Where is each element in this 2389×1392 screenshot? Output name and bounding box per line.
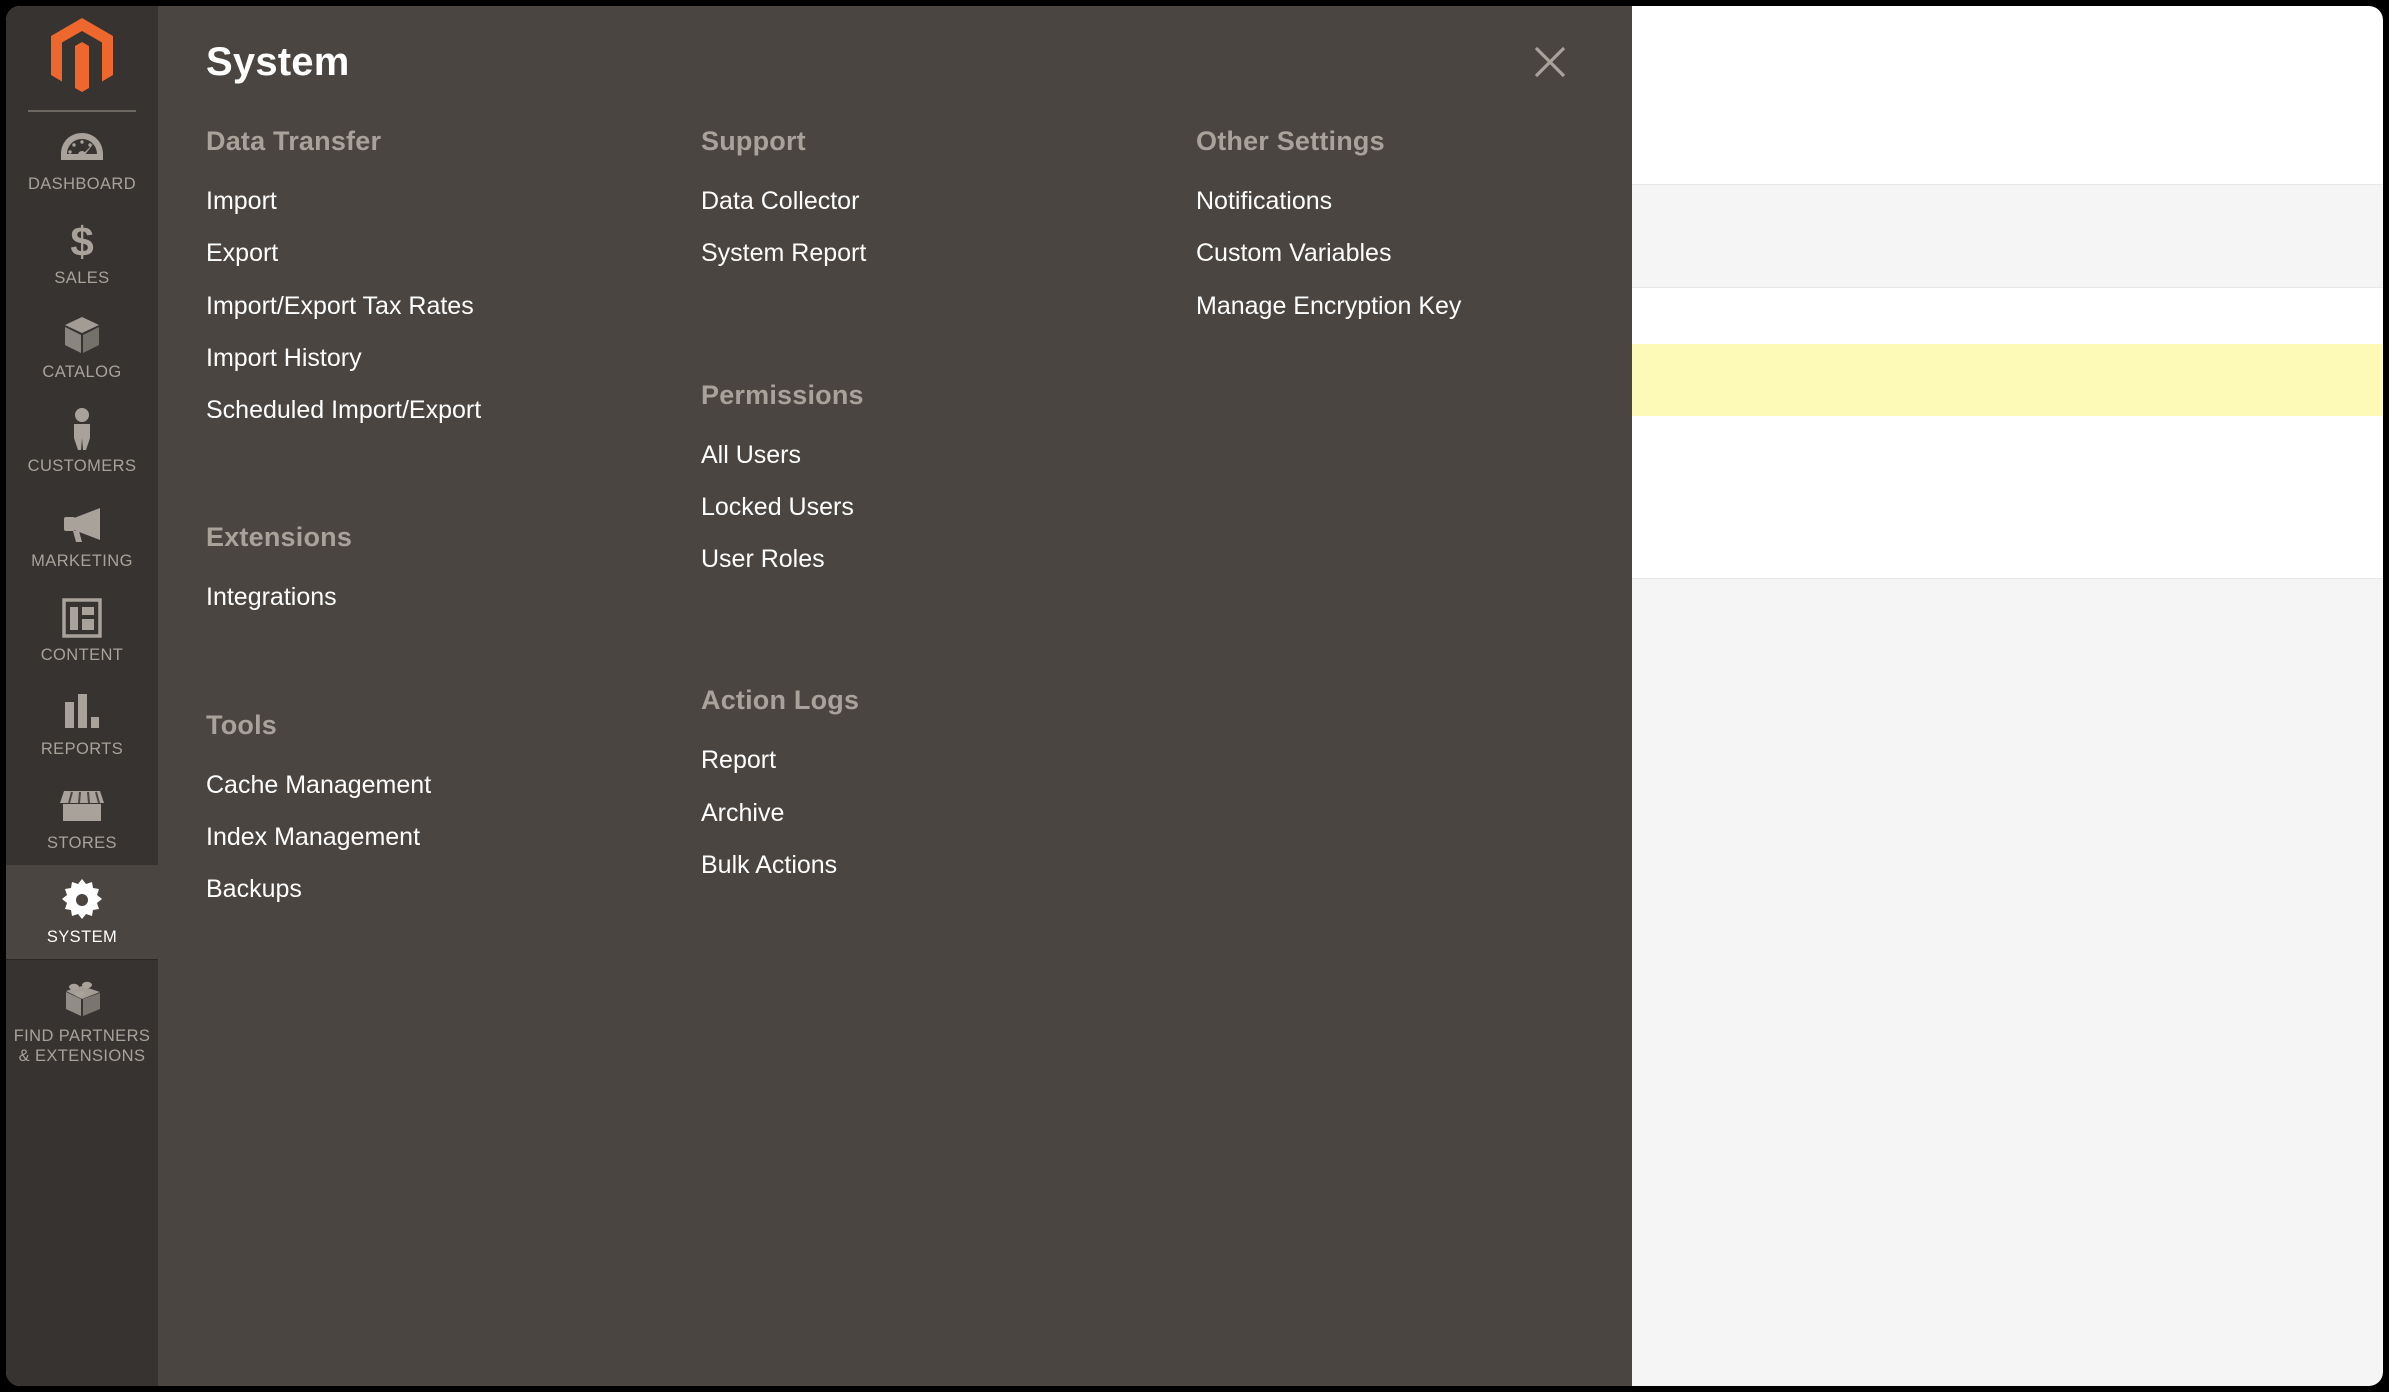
dashboard-gauge-icon (60, 126, 104, 168)
group-links: Cache Management Index Management Backup… (206, 759, 653, 916)
menu-link-import-history[interactable]: Import History (206, 332, 653, 384)
sidebar-item-label: FIND PARTNERS & EXTENSIONS (13, 1027, 151, 1066)
menu-group-extensions: Extensions Integrations (206, 522, 653, 623)
group-links: Report Archive Bulk Actions (701, 734, 1148, 891)
menu-link-data-collector[interactable]: Data Collector (701, 175, 1148, 227)
menu-link-index-management[interactable]: Index Management (206, 811, 653, 863)
box-icon (62, 314, 102, 356)
menu-link-locked-users[interactable]: Locked Users (701, 481, 1148, 533)
group-title: Action Logs (701, 685, 860, 716)
group-title: Permissions (701, 379, 864, 410)
group-links: Notifications Custom Variables Manage En… (1196, 175, 1608, 332)
menu-link-bulk-actions[interactable]: Bulk Actions (701, 839, 1148, 891)
menu-group-action-logs: Action Logs Report Archive Bulk Actions (701, 685, 1148, 891)
group-links: Import Export Import/Export Tax Rates Im… (206, 175, 653, 436)
panel-header: System (158, 6, 1632, 126)
gear-icon (61, 879, 103, 921)
svg-text:$: $ (70, 220, 93, 262)
panel-columns: Data Transfer Import Export Import/Expor… (158, 126, 1632, 915)
sidebar-item-label: CONTENT (40, 645, 124, 664)
sidebar-item-content[interactable]: CONTENT (6, 583, 158, 677)
sidebar-item-catalog[interactable]: CATALOG (6, 300, 158, 394)
menu-link-user-roles[interactable]: User Roles (701, 533, 1148, 585)
sidebar-item-sales[interactable]: $ SALES (6, 206, 158, 300)
sidebar-item-label: CUSTOMERS (27, 457, 137, 476)
menu-link-integrations[interactable]: Integrations (206, 571, 653, 623)
admin-sidebar: DASHBOARD $ SALES CATALOG CUSTOMERS MARK… (6, 6, 158, 1386)
sidebar-item-customers[interactable]: CUSTOMERS (6, 394, 158, 488)
menu-link-scheduled-import-export[interactable]: Scheduled Import/Export (206, 384, 653, 436)
layout-window-icon (62, 597, 102, 639)
menu-link-export[interactable]: Export (206, 227, 653, 279)
menu-link-import[interactable]: Import (206, 175, 653, 227)
menu-link-custom-variables[interactable]: Custom Variables (1196, 227, 1608, 279)
menu-link-import-export-tax-rates[interactable]: Import/Export Tax Rates (206, 280, 653, 332)
menu-column-2: Support Data Collector System Report Per… (653, 126, 1148, 915)
menu-link-all-users[interactable]: All Users (701, 429, 1148, 481)
close-x-icon (1534, 46, 1566, 78)
close-menu-button[interactable] (1522, 34, 1578, 90)
app-window: DASHBOARD $ SALES CATALOG CUSTOMERS MARK… (0, 0, 2389, 1392)
menu-link-cache-management[interactable]: Cache Management (206, 759, 653, 811)
group-links: All Users Locked Users User Roles (701, 429, 1148, 586)
sidebar-item-reports[interactable]: REPORTS (6, 677, 158, 771)
storefront-icon (60, 785, 104, 827)
sidebar-item-find-partners[interactable]: FIND PARTNERS & EXTENSIONS (6, 959, 158, 1078)
menu-link-report[interactable]: Report (701, 734, 1148, 786)
sidebar-item-label: DASHBOARD (27, 175, 137, 193)
sidebar-item-marketing[interactable]: MARKETING (6, 489, 158, 583)
sidebar-item-label: SALES (54, 269, 110, 288)
menu-link-system-report[interactable]: System Report (701, 227, 1148, 279)
sidebar-item-label: SYSTEM (46, 928, 118, 946)
megaphone-icon (60, 503, 104, 545)
sidebar-item-stores[interactable]: STORES (6, 771, 158, 865)
group-title: Other Settings (1196, 126, 1385, 156)
sidebar-item-system[interactable]: SYSTEM (6, 865, 158, 960)
menu-link-backups[interactable]: Backups (206, 863, 653, 915)
sidebar-item-label: STORES (47, 833, 117, 852)
group-links: Integrations (206, 571, 653, 623)
menu-column-3: Other Settings Notifications Custom Vari… (1148, 126, 1608, 915)
menu-group-tools: Tools Cache Management Index Management … (206, 710, 653, 916)
menu-link-archive[interactable]: Archive (701, 787, 1148, 839)
sidebar-item-label: REPORTS (40, 739, 124, 758)
menu-column-1: Data Transfer Import Export Import/Expor… (158, 126, 653, 915)
menu-group-data-transfer: Data Transfer Import Export Import/Expor… (206, 126, 653, 436)
group-title: Data Transfer (206, 126, 382, 156)
menu-group-support: Support Data Collector System Report (701, 126, 1148, 280)
sidebar-item-dashboard[interactable]: DASHBOARD (6, 112, 158, 206)
group-links: Data Collector System Report (701, 175, 1148, 280)
group-title: Support (701, 126, 806, 156)
bar-chart-icon (63, 691, 101, 733)
dollar-sign-icon: $ (67, 220, 97, 262)
brick-block-icon (60, 978, 104, 1020)
page-title: System (206, 40, 350, 84)
group-title: Extensions (206, 522, 353, 553)
menu-group-permissions: Permissions All Users Locked Users User … (701, 380, 1148, 586)
menu-group-other-settings: Other Settings Notifications Custom Vari… (1196, 126, 1608, 332)
system-menu-panel: System Data Transfer Import Export Impor… (158, 6, 1632, 1386)
sidebar-item-label: MARKETING (31, 551, 133, 570)
group-title: Tools (206, 709, 277, 740)
menu-link-manage-encryption-key[interactable]: Manage Encryption Key (1196, 280, 1608, 332)
sidebar-item-label: CATALOG (42, 363, 122, 382)
person-icon (68, 408, 96, 451)
menu-link-notifications[interactable]: Notifications (1196, 175, 1608, 227)
magento-logo[interactable] (6, 6, 158, 106)
